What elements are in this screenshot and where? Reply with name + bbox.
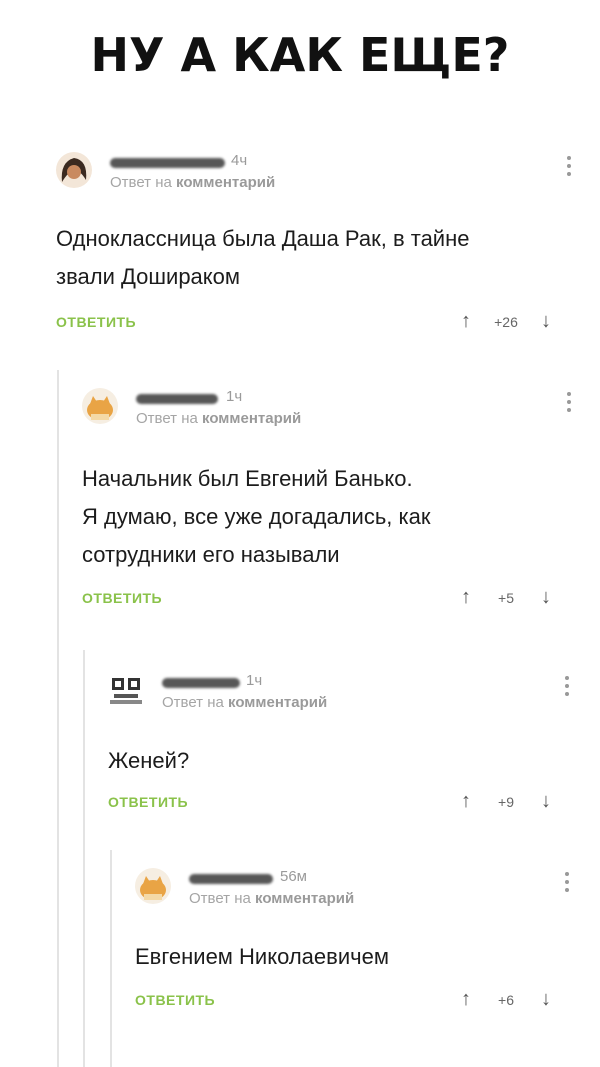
- reply-info-target: комментарий: [228, 694, 328, 711]
- comment-text-line: Одноклассница была Даша Рак, в тайне: [56, 226, 470, 251]
- more-options-icon[interactable]: [564, 872, 570, 892]
- reply-info-target: комментарий: [255, 890, 355, 907]
- reply-info[interactable]: Ответ на комментарий: [110, 174, 275, 191]
- downvote-icon[interactable]: ↓: [536, 586, 556, 609]
- score: +5: [498, 589, 514, 606]
- comment-text-line: звали Дошираком: [56, 264, 241, 289]
- comment-text-line: Евгением Николаевичем: [135, 944, 389, 969]
- comment-4: 56м Ответ на комментарий Евгением Никола…: [135, 868, 576, 1018]
- reply-info-target: комментарий: [176, 174, 276, 191]
- username-blurred[interactable]: [189, 874, 273, 884]
- score: +26: [494, 313, 518, 330]
- username-blurred[interactable]: [110, 158, 225, 168]
- comment-text-line: Женей?: [108, 748, 190, 773]
- comment-text: Евгением Николаевичем: [135, 938, 576, 976]
- comment-time: 1ч: [246, 672, 263, 689]
- downvote-icon[interactable]: ↓: [536, 790, 556, 813]
- downvote-icon[interactable]: ↓: [536, 310, 556, 333]
- reply-button[interactable]: ОТВЕТИТЬ: [135, 992, 215, 1008]
- comment-text-line: сотрудники его называли: [82, 542, 340, 567]
- woman-avatar[interactable]: [56, 152, 92, 188]
- username-blurred[interactable]: [162, 678, 240, 688]
- more-options-icon[interactable]: [564, 676, 570, 696]
- upvote-icon[interactable]: ↑: [456, 790, 476, 813]
- meme-title: НУ А КАК ЕЩЕ?: [90, 28, 510, 82]
- reply-info[interactable]: Ответ на комментарий: [162, 694, 327, 711]
- username-blurred[interactable]: [136, 394, 218, 404]
- comment-text: Женей?: [108, 742, 576, 780]
- comment-text: Начальник был Евгений Банько. Я думаю, в…: [82, 460, 576, 574]
- upvote-icon[interactable]: ↑: [456, 586, 476, 609]
- comment-text: Одноклассница была Даша Рак, в тайне зва…: [56, 220, 576, 296]
- upvote-icon[interactable]: ↑: [456, 988, 476, 1011]
- comment-text-line: Начальник был Евгений Банько.: [82, 466, 413, 491]
- comment-3: 1ч Ответ на комментарий Женей? ОТВЕТИТЬ …: [108, 672, 576, 820]
- comment-text-line: Я думаю, все уже догадались, как: [82, 504, 431, 529]
- reply-info-target: комментарий: [202, 410, 302, 427]
- reply-info[interactable]: Ответ на комментарий: [136, 410, 301, 427]
- upvote-icon[interactable]: ↑: [456, 310, 476, 333]
- reply-info-prefix: Ответ на: [189, 890, 251, 907]
- reply-info-prefix: Ответ на: [110, 174, 172, 191]
- reply-info-prefix: Ответ на: [162, 694, 224, 711]
- more-options-icon[interactable]: [566, 156, 572, 176]
- reply-button[interactable]: ОТВЕТИТЬ: [56, 314, 136, 330]
- cat-avatar[interactable]: [135, 868, 171, 904]
- comment-time: 56м: [280, 868, 307, 885]
- reply-button[interactable]: ОТВЕТИТЬ: [82, 590, 162, 606]
- cat-avatar[interactable]: [82, 388, 118, 424]
- comment-time: 1ч: [226, 388, 243, 405]
- thread-line-3: [110, 850, 112, 1067]
- comment-1: 4ч Ответ на комментарий Одноклассница бы…: [56, 152, 576, 340]
- reply-button[interactable]: ОТВЕТИТЬ: [108, 794, 188, 810]
- comment-2: 1ч Ответ на комментарий Начальник был Ев…: [82, 388, 576, 616]
- downvote-icon[interactable]: ↓: [536, 988, 556, 1011]
- reply-info-prefix: Ответ на: [136, 410, 198, 427]
- score: +9: [498, 793, 514, 810]
- score: +6: [498, 991, 514, 1008]
- more-options-icon[interactable]: [566, 392, 572, 412]
- reply-info[interactable]: Ответ на комментарий: [189, 890, 354, 907]
- comment-time: 4ч: [231, 152, 248, 169]
- thread-line-1: [57, 370, 59, 1067]
- pixel-avatar[interactable]: [108, 672, 144, 708]
- thread-line-2: [83, 650, 85, 1067]
